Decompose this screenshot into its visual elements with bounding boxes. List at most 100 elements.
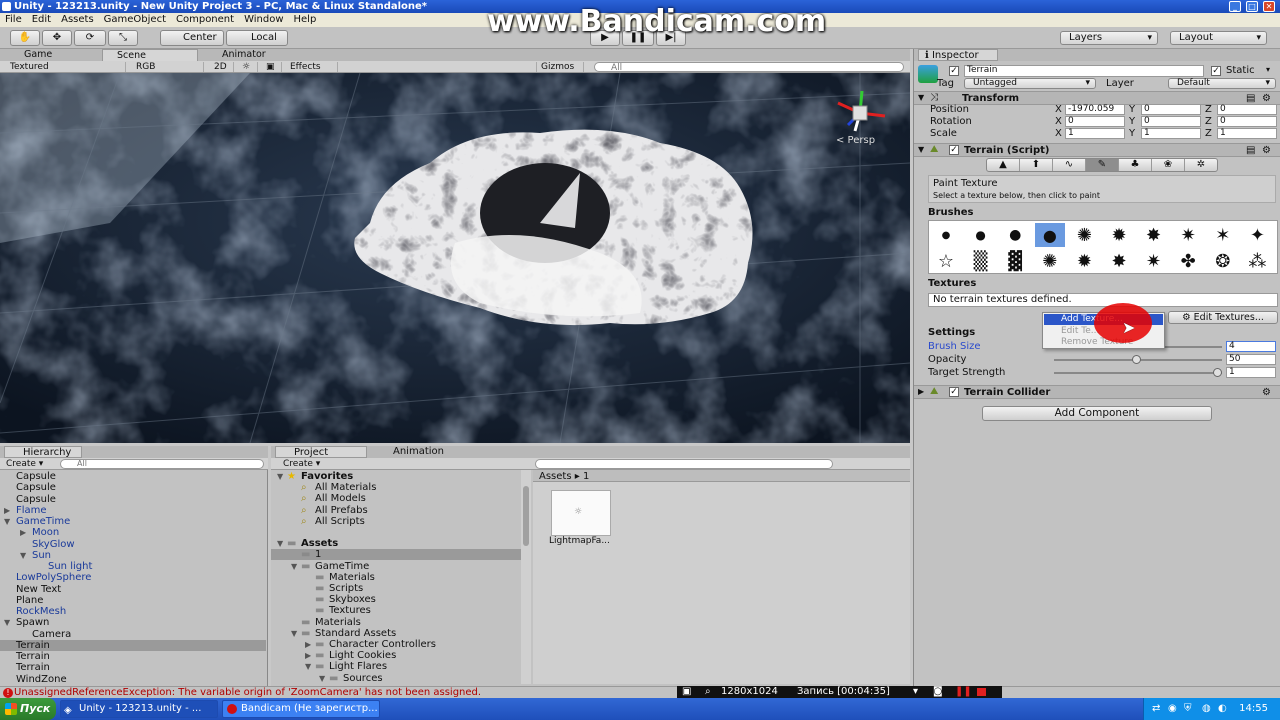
- screen-icon[interactable]: ▣: [682, 686, 691, 698]
- book-icon[interactable]: ▤: [1246, 93, 1255, 104]
- expand-arrow-icon[interactable]: ▼: [291, 628, 297, 639]
- hierarchy-item[interactable]: SkyGlow: [0, 539, 266, 550]
- transform-header[interactable]: ▼ ⤨ Transform ▤ ⚙: [914, 91, 1280, 105]
- position-z-field[interactable]: 0: [1217, 104, 1277, 115]
- stop-record-icon[interactable]: [977, 688, 986, 696]
- project-tree-item[interactable]: [271, 527, 521, 538]
- brush-swatch[interactable]: ●: [931, 223, 961, 247]
- terrain-script-header[interactable]: ▼ ⛰ ✓ Terrain (Script) ▤ ⚙: [914, 143, 1280, 157]
- hierarchy-item[interactable]: ▼ Sun: [0, 550, 266, 561]
- brush-swatch[interactable]: ▒: [966, 249, 996, 273]
- object-name-field[interactable]: Terrain: [964, 65, 1204, 77]
- update-icon[interactable]: ◍: [1202, 698, 1211, 720]
- hierarchy-item[interactable]: Terrain: [0, 662, 266, 673]
- tab-game[interactable]: Game: [10, 49, 100, 61]
- paint-texture-icon[interactable]: ✎: [1086, 159, 1119, 171]
- brush-swatch[interactable]: ☆: [931, 249, 961, 273]
- brush-swatch[interactable]: ✷: [1173, 223, 1203, 247]
- position-x-field[interactable]: -1970.059: [1065, 104, 1125, 115]
- gizmos-dropdown[interactable]: Gizmos: [536, 62, 584, 72]
- menu-gameobject[interactable]: GameObject: [99, 14, 171, 25]
- paint-details-icon[interactable]: ❀: [1152, 159, 1185, 171]
- terrain-enabled-checkbox[interactable]: ✓: [949, 145, 959, 155]
- taskbar-bandicam-window[interactable]: Bandicam (Не зарегистр...: [222, 700, 380, 718]
- project-create-dropdown[interactable]: Create ▾: [283, 458, 320, 470]
- terrain-collider-header[interactable]: ▶ ⛰ ✓ Terrain Collider ⚙: [914, 385, 1280, 399]
- tab-inspector[interactable]: ℹ Inspector: [918, 49, 998, 61]
- brush-size-field[interactable]: 4: [1226, 341, 1276, 352]
- color-mode-dropdown[interactable]: RGB: [132, 62, 204, 72]
- maximize-button[interactable]: □: [1246, 1, 1258, 12]
- dropdown-icon[interactable]: ▾: [913, 686, 918, 698]
- opacity-slider-thumb[interactable]: [1132, 355, 1141, 364]
- brush-swatch[interactable]: ▓: [1000, 249, 1030, 273]
- network-icon[interactable]: ⇄: [1152, 698, 1160, 720]
- scene-search-input[interactable]: All: [594, 62, 904, 73]
- hierarchy-item[interactable]: Terrain: [0, 639, 266, 651]
- brush-swatch[interactable]: ●: [1034, 223, 1065, 247]
- project-tree-item[interactable]: ▬ Materials: [271, 572, 521, 583]
- project-tree-item[interactable]: ⌕ All Scripts: [271, 516, 521, 527]
- project-tree-item[interactable]: ▼ ▬ Sources: [271, 673, 521, 684]
- layers-dropdown[interactable]: Layers: [1060, 31, 1158, 45]
- project-tree-item[interactable]: ⌕ All Materials: [271, 482, 521, 493]
- effects-dropdown[interactable]: Effects: [286, 62, 338, 72]
- project-tree-item[interactable]: ▼ ▬ Standard Assets: [271, 628, 521, 639]
- opacity-field[interactable]: 50: [1226, 354, 1276, 365]
- hierarchy-item[interactable]: Capsule: [0, 494, 266, 505]
- pivot-center-button[interactable]: Center: [160, 30, 224, 46]
- expand-arrow-icon[interactable]: ▼: [20, 550, 26, 561]
- scale-tool-button[interactable]: ⤡: [108, 30, 138, 46]
- brush-swatch[interactable]: ⁂: [1242, 249, 1272, 273]
- hierarchy-item[interactable]: LowPolySphere: [0, 572, 266, 583]
- hierarchy-search-input[interactable]: All: [60, 459, 264, 469]
- project-tree-item[interactable]: ▼ ▬ Light Flares: [271, 661, 521, 672]
- close-button[interactable]: ✕: [1263, 1, 1275, 12]
- rotate-tool-button[interactable]: ⟳: [74, 30, 106, 46]
- layout-dropdown[interactable]: Layout: [1170, 31, 1267, 45]
- rotation-z-field[interactable]: 0: [1217, 116, 1277, 127]
- terrain-settings-icon[interactable]: ✲: [1185, 159, 1217, 171]
- lighting-toggle[interactable]: ☼: [238, 62, 258, 72]
- menu-window[interactable]: Window: [239, 14, 288, 25]
- pause-record-icon[interactable]: ❚❚: [955, 686, 972, 698]
- layer-dropdown[interactable]: Default: [1168, 78, 1276, 89]
- hierarchy-item[interactable]: Capsule: [0, 471, 266, 482]
- hierarchy-item[interactable]: Capsule: [0, 482, 266, 493]
- add-component-button[interactable]: Add Component: [982, 406, 1212, 421]
- expand-arrow-icon[interactable]: ▼: [305, 661, 311, 672]
- tab-animator[interactable]: Animator: [208, 49, 298, 61]
- rotation-y-field[interactable]: 0: [1141, 116, 1201, 127]
- camera-icon[interactable]: ◙: [933, 686, 943, 698]
- collapse-arrow-icon[interactable]: ▶: [305, 639, 311, 650]
- target-strength-slider-thumb[interactable]: [1213, 368, 1222, 377]
- project-tree-item[interactable]: ▼ ★ Favorites: [271, 471, 521, 482]
- expand-arrow-icon[interactable]: ▼: [4, 617, 10, 628]
- tab-hierarchy[interactable]: Hierarchy: [4, 446, 82, 458]
- expand-arrow-icon[interactable]: ▼: [291, 561, 297, 572]
- scale-z-field[interactable]: 1: [1217, 128, 1277, 139]
- breadcrumb-folder[interactable]: 1: [583, 471, 589, 482]
- brush-swatch[interactable]: ✸: [1139, 223, 1169, 247]
- audio-toggle[interactable]: ▣: [262, 62, 282, 72]
- brush-grid[interactable]: ● ● ● ● ✺ ✹ ✸ ✷ ✶ ✦ ☆ ▒ ▓ ✺ ✹ ✸ ✷ ✤ ❂ ⁂: [928, 220, 1278, 274]
- menu-component[interactable]: Component: [171, 14, 239, 25]
- target-strength-field[interactable]: 1: [1226, 367, 1276, 378]
- target-strength-slider[interactable]: [1054, 372, 1222, 374]
- security-icon[interactable]: ⛨: [1184, 698, 1192, 720]
- project-search-input[interactable]: [535, 459, 833, 469]
- brush-swatch[interactable]: ❂: [1208, 249, 1238, 273]
- project-tree-item[interactable]: ▬ Materials: [271, 617, 521, 628]
- scale-y-field[interactable]: 1: [1141, 128, 1201, 139]
- hierarchy-item[interactable]: ▶ Moon: [0, 527, 266, 538]
- move-tool-button[interactable]: ✥: [42, 30, 72, 46]
- menu-help[interactable]: Help: [289, 14, 322, 25]
- hierarchy-item[interactable]: WindZone: [0, 674, 266, 685]
- brush-swatch[interactable]: ✷: [1139, 249, 1169, 273]
- project-tree-scrollbar[interactable]: [521, 470, 531, 684]
- menu-file[interactable]: File: [0, 14, 27, 25]
- project-tree-item[interactable]: ▬ Textures: [271, 605, 521, 616]
- brush-swatch[interactable]: ●: [1000, 223, 1030, 247]
- tab-animation[interactable]: Animation: [379, 446, 444, 458]
- static-checkbox[interactable]: ✓: [1211, 66, 1221, 76]
